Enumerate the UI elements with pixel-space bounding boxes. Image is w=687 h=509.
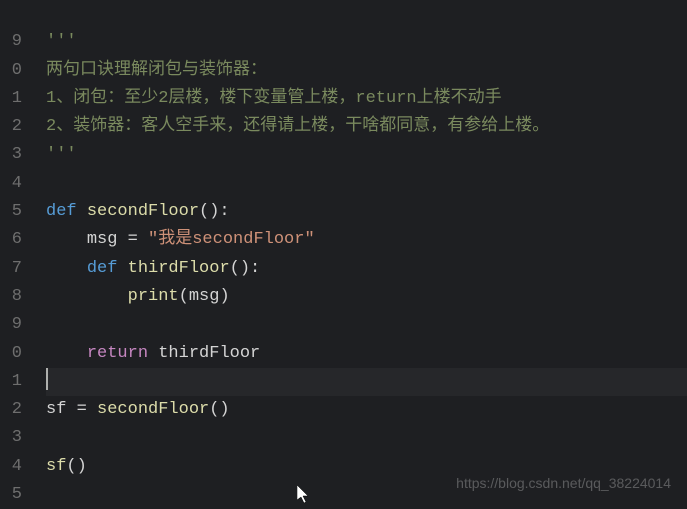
- parentheses: ():: [230, 259, 261, 278]
- line-number: 3: [0, 424, 22, 452]
- line-number: 0: [0, 57, 22, 85]
- code-line: [46, 0, 687, 28]
- builtin-function: print: [128, 287, 179, 306]
- string-literal: "我是secondFloor": [148, 230, 315, 249]
- code-line: return thirdFloor: [46, 340, 687, 368]
- keyword-def: def: [46, 202, 77, 221]
- code-editor[interactable]: 9 0 1 2 3 4 5 6 7 8 9 0 1 2 3 4 5 ''' 两句…: [0, 0, 687, 505]
- operator: =: [117, 230, 148, 249]
- operator: =: [66, 400, 97, 419]
- line-number: 2: [0, 113, 22, 141]
- paren-open: (: [179, 287, 189, 306]
- code-line: print(msg): [46, 283, 687, 311]
- code-line: [46, 424, 687, 452]
- code-content[interactable]: ''' 两句口诀理解闭包与装饰器： 1、闭包：至少2层楼，楼下变量管上楼，ret…: [32, 0, 687, 505]
- variable-name: sf: [46, 400, 66, 419]
- parentheses: (): [66, 457, 86, 476]
- line-number: 2: [0, 396, 22, 424]
- function-call: sf: [46, 457, 66, 476]
- return-value: thirdFloor: [148, 344, 260, 363]
- function-name: secondFloor: [87, 202, 199, 221]
- code-line: def secondFloor():: [46, 198, 687, 226]
- code-line: 1、闭包：至少2层楼，楼下变量管上楼，return上楼不动手: [46, 85, 687, 113]
- line-number: 0: [0, 340, 22, 368]
- code-line: [46, 311, 687, 339]
- comment-text: 1、闭包：至少2层楼，楼下变量管上楼，return上楼不动手: [46, 89, 502, 108]
- comment-text: ''': [46, 32, 77, 51]
- code-line: msg = "我是secondFloor": [46, 226, 687, 254]
- function-call: secondFloor: [97, 400, 209, 419]
- line-number: 5: [0, 198, 22, 226]
- variable-name: msg: [87, 230, 118, 249]
- keyword-def: def: [87, 259, 118, 278]
- parentheses: ():: [199, 202, 230, 221]
- line-number: 7: [0, 255, 22, 283]
- code-line: 2、装饰器：客人空手来，还得请上楼，干啥都同意，有参给上楼。: [46, 113, 687, 141]
- line-number: [0, 0, 22, 28]
- argument: msg: [189, 287, 220, 306]
- code-line: def thirdFloor():: [46, 255, 687, 283]
- line-number: 9: [0, 28, 22, 56]
- code-line: ''': [46, 141, 687, 169]
- paren-close: ): [219, 287, 229, 306]
- line-number: 3: [0, 141, 22, 169]
- line-number: 6: [0, 226, 22, 254]
- comment-text: ''': [46, 145, 77, 164]
- function-name: thirdFloor: [128, 259, 230, 278]
- line-number: 8: [0, 283, 22, 311]
- text-cursor: [46, 368, 48, 390]
- watermark-text: https://blog.csdn.net/qq_38224014: [456, 469, 671, 497]
- code-line: ''': [46, 28, 687, 56]
- line-number: 4: [0, 453, 22, 481]
- code-line: [46, 170, 687, 198]
- parentheses: (): [209, 400, 229, 419]
- code-line: 两句口诀理解闭包与装饰器：: [46, 57, 687, 85]
- comment-text: 2、装饰器：客人空手来，还得请上楼，干啥都同意，有参给上楼。: [46, 117, 549, 136]
- line-number: 1: [0, 85, 22, 113]
- line-number: 1: [0, 368, 22, 396]
- line-number: 4: [0, 170, 22, 198]
- line-number-gutter: 9 0 1 2 3 4 5 6 7 8 9 0 1 2 3 4 5: [0, 0, 32, 505]
- code-line-active: [46, 368, 687, 396]
- code-line: sf = secondFloor(): [46, 396, 687, 424]
- line-number: 9: [0, 311, 22, 339]
- keyword-return: return: [87, 344, 148, 363]
- comment-text: 两句口诀理解闭包与装饰器：: [46, 61, 267, 80]
